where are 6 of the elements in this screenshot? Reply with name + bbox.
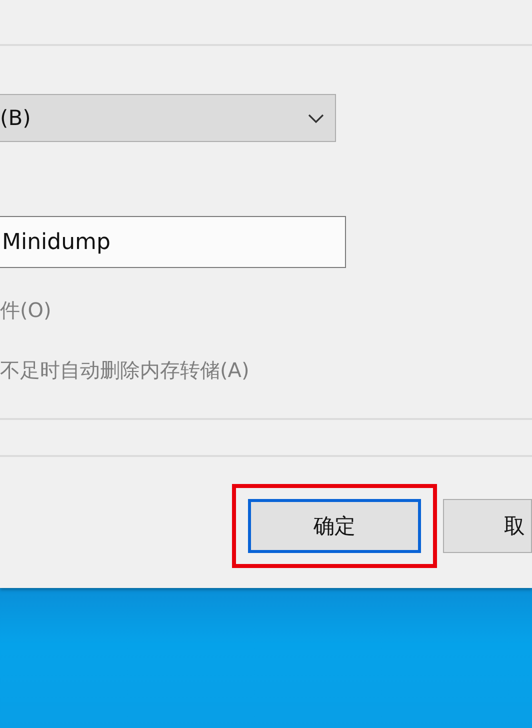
ok-button[interactable]: 确定 [248,499,421,553]
dump-file-field[interactable]: Minidump [0,216,346,268]
dump-type-dropdown[interactable]: (B) [0,94,336,142]
dropdown-value: (B) [0,106,31,130]
cancel-button[interactable]: 取 [443,499,532,553]
chevron-down-icon [307,112,325,124]
